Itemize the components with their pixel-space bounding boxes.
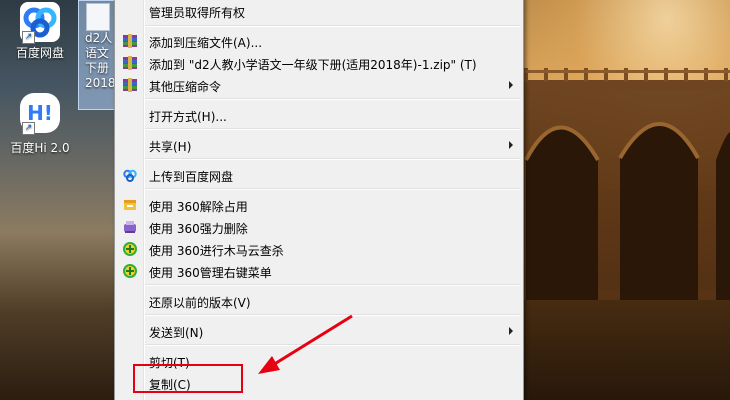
submenu-arrow-icon: [509, 327, 513, 335]
submenu-arrow-icon: [509, 81, 513, 89]
menu-separator: [145, 158, 520, 160]
menu-item-restore-versions[interactable]: 还原以前的版本(V): [117, 290, 521, 312]
baidu-hi-icon: H! ↗: [20, 93, 60, 135]
menu-separator: [145, 128, 520, 130]
menu-separator: [145, 284, 520, 286]
baidu-cloud-icon: [122, 167, 138, 183]
menu-item-open-with[interactable]: 打开方式(H)...: [117, 104, 521, 126]
360-unlock-icon: [122, 197, 138, 213]
shortcut-arrow-icon: ↗: [22, 122, 35, 135]
menu-separator: [145, 98, 520, 100]
menu-item-send-to[interactable]: 发送到(N): [117, 320, 521, 342]
menu-separator: [145, 188, 520, 190]
desktop-icon-selected-document[interactable]: d2人 语文 下册 2018: [78, 0, 118, 110]
360-shred-icon: [122, 219, 138, 235]
winrar-icon: [122, 33, 138, 49]
desktop-icon-label: 百度网盘: [15, 46, 64, 60]
desktop-icon-label: 百度Hi 2.0: [10, 141, 70, 155]
wallpaper-bridge: [520, 68, 730, 300]
menu-item-take-ownership[interactable]: 管理员取得所有权: [117, 0, 521, 22]
menu-separator: [145, 314, 520, 316]
annotation-highlight-box: [133, 364, 243, 393]
menu-separator: [145, 344, 520, 346]
context-menu: 管理员取得所有权 添加到压缩文件(A)... 添加到 "d2人教小学语文一年级下…: [114, 0, 524, 400]
menu-item-add-to-zip[interactable]: 添加到 "d2人教小学语文一年级下册(适用2018年)-1.zip" (T): [117, 52, 521, 74]
desktop-icon-baidu-netdisk[interactable]: ↗ 百度网盘: [5, 2, 75, 61]
360-scan-icon: [122, 263, 138, 279]
menu-item-upload-baidu[interactable]: 上传到百度网盘: [117, 164, 521, 186]
menu-item-360-manage-menu[interactable]: 使用 360管理右键菜单: [117, 260, 521, 282]
menu-separator: [145, 25, 520, 27]
shortcut-arrow-icon: ↗: [22, 31, 35, 44]
desktop-icon-baidu-hi[interactable]: H! ↗ 百度Hi 2.0: [5, 93, 75, 156]
baidu-netdisk-icon: ↗: [20, 2, 60, 44]
winrar-icon: [122, 77, 138, 93]
menu-item-add-to-archive[interactable]: 添加到压缩文件(A)...: [117, 30, 521, 52]
winrar-icon: [122, 55, 138, 71]
submenu-arrow-icon: [509, 141, 513, 149]
menu-item-360-shred[interactable]: 使用 360强力删除: [117, 216, 521, 238]
menu-item-share[interactable]: 共享(H): [117, 134, 521, 156]
document-icon: [86, 3, 110, 31]
menu-item-360-scan[interactable]: 使用 360进行木马云查杀: [117, 238, 521, 260]
360-scan-icon: [122, 241, 138, 257]
desktop-screen: ↗ 百度网盘 H! ↗ 百度Hi 2.0 d2人 语文 下册 2018 管理员取…: [0, 0, 730, 400]
menu-item-360-unlock[interactable]: 使用 360解除占用: [117, 194, 521, 216]
menu-item-other-compress[interactable]: 其他压缩命令: [117, 74, 521, 96]
